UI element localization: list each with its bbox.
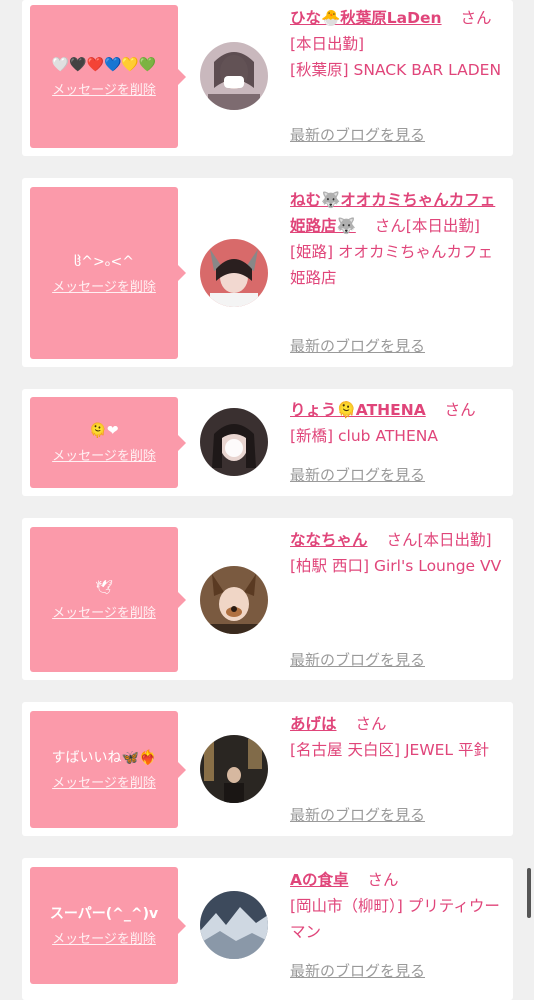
- avatar[interactable]: [200, 891, 268, 959]
- shop-text: [姫路] オオカミちゃんカフェ姫路店: [290, 243, 494, 287]
- status-text: [本日出勤]: [405, 217, 480, 235]
- blog-link[interactable]: 最新のブログを見る: [290, 124, 425, 145]
- blog-link[interactable]: 最新のブログを見る: [290, 649, 425, 670]
- blog-link[interactable]: 最新のブログを見る: [290, 804, 425, 825]
- message-bubble: すばいいね🦋❤️‍🔥 メッセージを削除: [30, 711, 186, 828]
- favorite-card: ჱ̒^>ₒ<^ メッセージを削除 ねむ🐺オオカミちゃんカフェ姫路店🐺 さん[本日…: [22, 178, 513, 367]
- favorite-card: 🤍🖤❤️💙💛💚 メッセージを削除 ひな🐣秋葉原LaDen さん [本日出勤] [秋…: [22, 0, 513, 156]
- message-bubble: ჱ̒^>ₒ<^ メッセージを削除: [30, 187, 186, 359]
- message-bubble: 🤍🖤❤️💙💛💚 メッセージを削除: [30, 5, 186, 148]
- blog-link[interactable]: 最新のブログを見る: [290, 464, 425, 485]
- delete-message-link[interactable]: メッセージを削除: [52, 79, 156, 98]
- avatar[interactable]: [200, 239, 268, 307]
- delete-message-link[interactable]: メッセージを削除: [52, 276, 156, 295]
- message-bubble: 🕊 メッセージを削除: [30, 527, 186, 672]
- delete-message-link[interactable]: メッセージを削除: [52, 602, 156, 621]
- shop-text: [名古屋 天白区] JEWEL 平針: [290, 741, 489, 759]
- honorific: さん: [367, 871, 399, 889]
- message-text: スーパー(^_^)v: [49, 906, 159, 922]
- cast-name-link[interactable]: ひな🐣秋葉原LaDen: [290, 9, 442, 27]
- avatar[interactable]: [200, 408, 268, 476]
- honorific: さん: [444, 401, 476, 419]
- shop-text: [秋葉原] SNACK BAR LADEN: [290, 61, 502, 79]
- message-text: ჱ̒^>ₒ<^: [74, 253, 134, 270]
- cast-name-link[interactable]: ななちゃん: [290, 531, 368, 549]
- avatar-photo: [200, 42, 268, 110]
- delete-message-link[interactable]: メッセージを削除: [52, 928, 156, 947]
- scrollbar[interactable]: [527, 868, 531, 918]
- honorific: さん: [355, 715, 387, 733]
- status-text: [本日出勤]: [417, 531, 492, 549]
- message-text: 🕊: [95, 580, 113, 596]
- message-bubble: スーパー(^_^)v メッセージを削除: [30, 867, 186, 984]
- cast-info: Aの食卓 さん [岡山市（柳町）] プリティウーマン: [290, 867, 504, 945]
- message-text: 🫠❤: [89, 423, 119, 439]
- blog-link[interactable]: 最新のブログを見る: [290, 335, 425, 356]
- cast-info: ひな🐣秋葉原LaDen さん [本日出勤] [秋葉原] SNACK BAR LAD…: [290, 5, 504, 83]
- avatar-photo: [200, 891, 268, 959]
- favorite-card: 🫠❤ メッセージを削除 りょう🫠ATHENA さん [新橋] club ATHE…: [22, 389, 513, 496]
- shop-text: [柏駅 西口] Girl's Lounge VV: [290, 557, 502, 575]
- cast-info: ななちゃん さん[本日出勤] [柏駅 西口] Girl's Lounge VV: [290, 527, 504, 579]
- status-text: [本日出勤]: [290, 35, 365, 53]
- avatar-photo: [200, 408, 268, 476]
- shop-text: [岡山市（柳町）] プリティウーマン: [290, 897, 500, 941]
- delete-message-link[interactable]: メッセージを削除: [52, 445, 156, 464]
- honorific: さん: [460, 9, 492, 27]
- cast-name-link[interactable]: りょう🫠ATHENA: [290, 401, 426, 419]
- avatar-photo: [200, 566, 268, 634]
- cast-info: ねむ🐺オオカミちゃんカフェ姫路店🐺 さん[本日出勤] [姫路] オオカミちゃんカ…: [290, 187, 504, 291]
- avatar-photo: [200, 239, 268, 307]
- blog-link[interactable]: 最新のブログを見る: [290, 960, 425, 981]
- favorite-card: 🕊 メッセージを削除 ななちゃん さん[本日出勤] [柏駅 西口] Girl's…: [22, 518, 513, 680]
- avatar[interactable]: [200, 735, 268, 803]
- cast-name-link[interactable]: あげは: [290, 715, 337, 733]
- cast-info: りょう🫠ATHENA さん [新橋] club ATHENA: [290, 397, 504, 449]
- avatar-photo: [200, 735, 268, 803]
- message-bubble: 🫠❤ メッセージを削除: [30, 397, 186, 488]
- honorific: さん: [386, 531, 418, 549]
- delete-message-link[interactable]: メッセージを削除: [52, 772, 156, 791]
- avatar[interactable]: [200, 42, 268, 110]
- cast-name-link[interactable]: Aの食卓: [290, 871, 349, 889]
- shop-text: [新橋] club ATHENA: [290, 427, 438, 445]
- honorific: さん: [374, 217, 406, 235]
- message-text: すばいいね🦋❤️‍🔥: [51, 750, 157, 766]
- message-text: 🤍🖤❤️💙💛💚: [51, 57, 157, 73]
- avatar[interactable]: [200, 566, 268, 634]
- favorite-card: すばいいね🦋❤️‍🔥 メッセージを削除 あげは さん [名古屋 天白区] JEW…: [22, 702, 513, 836]
- cast-info: あげは さん [名古屋 天白区] JEWEL 平針: [290, 711, 504, 763]
- favorite-card: スーパー(^_^)v メッセージを削除 Aの食卓 さん [岡山市（柳町）] プリ…: [22, 858, 513, 1000]
